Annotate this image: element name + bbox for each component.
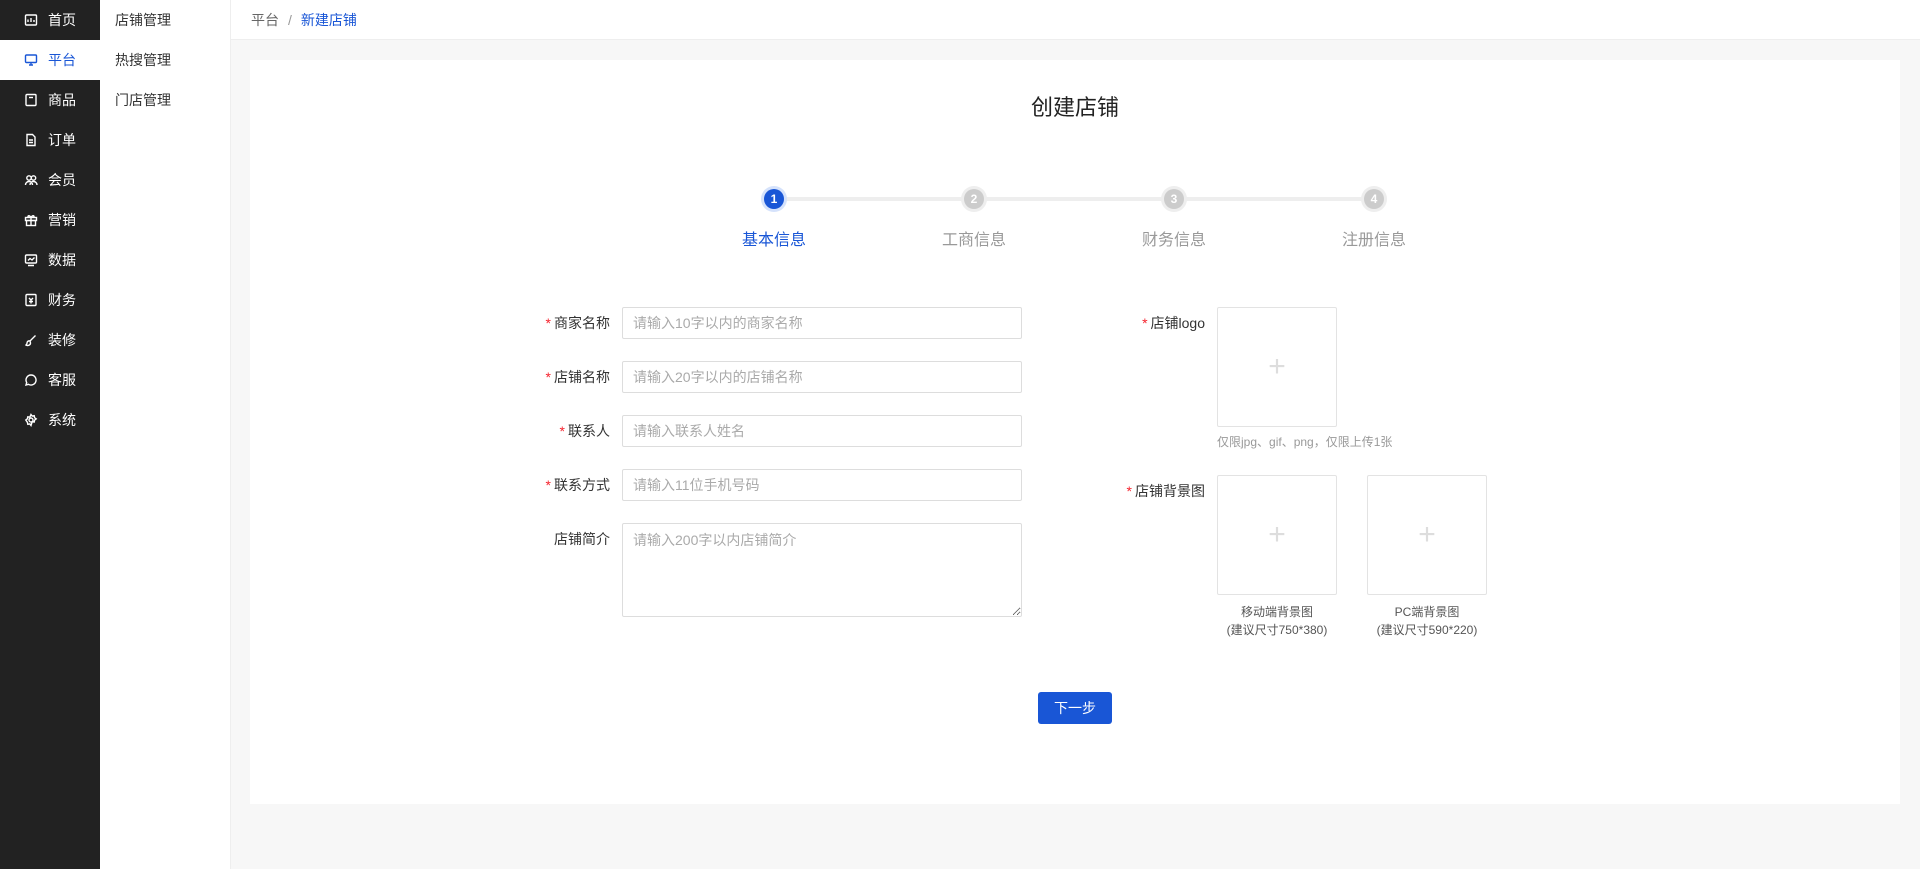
- step-label: 工商信息: [941, 232, 1006, 249]
- dashboard-icon: [24, 13, 38, 27]
- nav-item-label: 商品: [48, 92, 76, 108]
- step-progress: 1 基本信息 2 工商信息 3 财务信息 4 注册信息: [250, 186, 1900, 266]
- nav-item-label: 系统: [48, 412, 76, 428]
- box-icon: [24, 93, 38, 107]
- contact-input[interactable]: [622, 415, 1022, 447]
- step-finance-info: 3 财务信息: [1114, 186, 1234, 250]
- logo-upload-group: + 仅限jpg、gif、png，仅限上传1张: [1217, 307, 1392, 450]
- secondary-menu: 店铺管理 热搜管理 门店管理: [100, 0, 231, 869]
- background-upload-group: + 移动端背景图 (建议尺寸750*380) + PC端背景图 (建议尺寸590…: [1217, 475, 1487, 639]
- logo-upload-box[interactable]: +: [1217, 307, 1337, 427]
- mobile-background-upload: + 移动端背景图 (建议尺寸750*380): [1217, 475, 1337, 639]
- step-label: 注册信息: [1341, 232, 1406, 249]
- nav-item-label: 会员: [48, 172, 76, 188]
- nav-item-members[interactable]: 会员: [0, 160, 100, 200]
- intro-label: 店铺简介: [554, 531, 610, 547]
- logo-label: * 店铺logo: [1142, 315, 1205, 331]
- nav-item-home[interactable]: 首页: [0, 0, 100, 40]
- nav-item-label: 首页: [48, 12, 76, 28]
- plus-icon: +: [1268, 518, 1286, 551]
- submenu-item-outlet-management[interactable]: 门店管理: [100, 80, 230, 120]
- intro-row: 店铺简介: [507, 523, 1022, 617]
- merchant-name-input[interactable]: [622, 307, 1022, 339]
- step-number: 1: [761, 186, 787, 212]
- nav-item-system[interactable]: 系统: [0, 400, 100, 440]
- pc-background-upload-box[interactable]: +: [1367, 475, 1487, 595]
- nav-item-goods[interactable]: 商品: [0, 80, 100, 120]
- store-name-label: * 店铺名称: [545, 369, 610, 385]
- next-step-button[interactable]: 下一步: [1038, 692, 1112, 724]
- logo-upload-tip: 仅限jpg、gif、png，仅限上传1张: [1217, 435, 1393, 449]
- step-number: 4: [1361, 186, 1387, 212]
- step-business-info: 2 工商信息: [914, 186, 1034, 250]
- pc-background-upload: + PC端背景图 (建议尺寸590*220): [1367, 475, 1487, 639]
- step-number: 2: [961, 186, 987, 212]
- breadcrumb-item-platform[interactable]: 平台: [251, 10, 279, 30]
- store-name-input[interactable]: [622, 361, 1022, 393]
- step-register-info: 4 注册信息: [1314, 186, 1434, 250]
- step-basic-info: 1 基本信息: [714, 186, 834, 250]
- monitor-icon: [24, 53, 38, 67]
- nav-item-label: 平台: [48, 52, 76, 68]
- create-store-card: 创建店铺 1 基本信息 2 工商信息 3 财务信息 4 注册信息 *商家名称 *…: [250, 60, 1900, 804]
- nav-item-data[interactable]: 数据: [0, 240, 100, 280]
- submenu-item-hot-search[interactable]: 热搜管理: [100, 40, 230, 80]
- finance-icon: [24, 293, 38, 307]
- step-number: 3: [1161, 186, 1187, 212]
- document-icon: [24, 133, 38, 147]
- page-title: 创建店铺: [1030, 95, 1119, 120]
- breadcrumb-item-current: 新建店铺: [300, 11, 357, 28]
- contact-row: * 联系人: [507, 415, 1022, 447]
- mobile-background-upload-box[interactable]: +: [1217, 475, 1337, 595]
- merchant-name-label: * 商家名称: [545, 315, 610, 331]
- contact-label: * 联系人: [559, 423, 610, 439]
- nav-item-label: 数据: [48, 252, 76, 268]
- brush-icon: [24, 333, 38, 347]
- nav-item-label: 营销: [48, 212, 76, 228]
- chart-icon: [24, 253, 38, 267]
- gift-icon: [24, 213, 38, 227]
- nav-item-marketing[interactable]: 营销: [0, 200, 100, 240]
- nav-item-label: 财务: [48, 292, 76, 308]
- plus-icon: +: [1268, 350, 1286, 383]
- phone-row: * 联系方式: [507, 469, 1022, 501]
- intro-textarea[interactable]: [622, 523, 1022, 617]
- nav-item-orders[interactable]: 订单: [0, 120, 100, 160]
- submenu-item-store-management[interactable]: 店铺管理: [100, 0, 230, 40]
- step-label: 财务信息: [1141, 232, 1206, 249]
- store-name-row: * 店铺名称: [507, 361, 1022, 393]
- mobile-background-caption: 移动端背景图 (建议尺寸750*380): [1226, 605, 1328, 637]
- nav-item-label: 客服: [48, 372, 76, 388]
- chat-icon: [24, 373, 38, 387]
- merchant-name-row: * 商家名称: [507, 307, 1022, 339]
- phone-label: * 联系方式: [545, 477, 610, 493]
- nav-item-decoration[interactable]: 装修: [0, 320, 100, 360]
- nav-item-label: 装修: [48, 332, 76, 348]
- breadcrumb-separator: /: [288, 11, 292, 28]
- nav-item-label: 订单: [48, 132, 76, 148]
- step-label: 基本信息: [741, 232, 806, 249]
- gear-icon: [24, 413, 38, 427]
- pc-background-caption: PC端背景图 (建议尺寸590*220): [1376, 605, 1478, 637]
- users-icon: [24, 173, 38, 187]
- plus-icon: +: [1418, 518, 1436, 551]
- main-sidebar: 首页 平台 商品 订单 会员 营销 数据 财务 装修 客服 系统: [0, 0, 100, 869]
- nav-item-platform[interactable]: 平台: [0, 40, 100, 80]
- nav-item-service[interactable]: 客服: [0, 360, 100, 400]
- logo-row: * 店铺logo + 仅限jpg、gif、png，仅限上传1张: [1102, 307, 1392, 450]
- background-label: * 店铺背景图: [1126, 483, 1205, 499]
- phone-input[interactable]: [622, 469, 1022, 501]
- nav-item-finance[interactable]: 财务: [0, 280, 100, 320]
- breadcrumb: 平台 / 新建店铺: [231, 0, 1920, 40]
- background-row: * 店铺背景图 + 移动端背景图 (建议尺寸750*380) + PC端背景图 (…: [1102, 475, 1487, 639]
